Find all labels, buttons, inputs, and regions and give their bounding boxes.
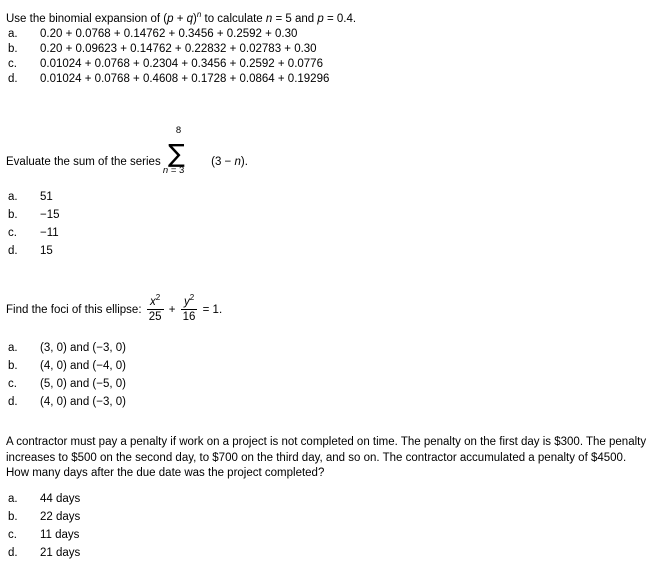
option-d-text: 0.01024 + 0.0768 + 0.4608 + 0.1728 + 0.0… xyxy=(40,73,330,85)
option-b-text: (4, 0) and (−4, 0) xyxy=(40,360,126,372)
option-c-letter: c. xyxy=(8,529,17,541)
fraction-y-squared-over-16: y2 16 xyxy=(180,293,198,324)
option-c[interactable]: c. −11 xyxy=(0,226,659,241)
q2-expr-open: (3 − xyxy=(211,156,235,168)
question-1: Use the binomial expansion of (p + q)n t… xyxy=(0,11,659,87)
q3-operator: + xyxy=(168,304,176,316)
q1-n-value: = 5 and xyxy=(272,13,318,25)
question-2-options: a. 51 b. −15 c. −11 d. 15 xyxy=(0,190,659,259)
fraction-denominator: 16 xyxy=(182,311,196,323)
option-a[interactable]: a. 44 days xyxy=(0,492,659,507)
question-3: Find the foci of this ellipse: x2 25 + y… xyxy=(0,293,659,408)
option-b-text: −15 xyxy=(40,209,60,221)
option-b-text: 0.20 + 0.09623 + 0.14762 + 0.22832 + 0.0… xyxy=(40,43,317,55)
option-a-text: 51 xyxy=(40,191,53,203)
q1-plus: + xyxy=(173,13,187,25)
option-b-text: 22 days xyxy=(40,511,81,523)
option-c-letter: c. xyxy=(8,378,17,390)
option-d[interactable]: d. 0.01024 + 0.0768 + 0.4608 + 0.1728 + … xyxy=(0,72,659,87)
option-c-text: (5, 0) and (−5, 0) xyxy=(40,378,126,390)
option-b[interactable]: b. (4, 0) and (−4, 0) xyxy=(0,359,659,374)
option-b-letter: b. xyxy=(8,43,18,55)
option-a[interactable]: a. 51 xyxy=(0,190,659,205)
fraction-numerator: x2 xyxy=(147,293,164,308)
q3-frac2-exp: 2 xyxy=(189,293,195,303)
option-d-text: 15 xyxy=(40,245,53,257)
option-c-letter: c. xyxy=(8,227,17,239)
option-d-text: (4, 0) and (−3, 0) xyxy=(40,396,126,408)
option-c[interactable]: c. 11 days xyxy=(0,528,659,543)
q1-stem-before: Use the binomial expansion of ( xyxy=(6,13,168,25)
summation-upper-limit: 8 xyxy=(175,125,182,136)
option-a-letter: a. xyxy=(8,191,18,203)
summation-lower-limit: n = 3 xyxy=(163,166,184,176)
q2-expr-close: ). xyxy=(240,156,248,168)
option-d[interactable]: d. 21 days xyxy=(0,546,659,561)
question-3-stem: Find the foci of this ellipse: x2 25 + y… xyxy=(6,293,659,324)
option-a-letter: a. xyxy=(8,493,18,505)
question-4-stem: A contractor must pay a penalty if work … xyxy=(6,436,647,479)
option-a[interactable]: a. (3, 0) and (−3, 0) xyxy=(0,341,659,356)
question-2-stem: Evaluate the sum of the series 8 ∑ n = 3… xyxy=(6,126,659,176)
option-a-text: (3, 0) and (−3, 0) xyxy=(40,342,126,354)
option-b-letter: b. xyxy=(8,511,18,523)
quiz-page: Use the binomial expansion of (p + q)n t… xyxy=(0,0,659,583)
option-b[interactable]: b. −15 xyxy=(0,208,659,223)
option-d-letter: d. xyxy=(8,245,18,257)
q2-lead: Evaluate the sum of the series xyxy=(6,156,161,168)
option-d-text: 21 days xyxy=(40,547,81,559)
question-1-stem: Use the binomial expansion of (p + q)n t… xyxy=(6,11,659,27)
option-a-letter: a. xyxy=(8,342,18,354)
summation-index-value: = 3 xyxy=(168,165,185,176)
option-d-letter: d. xyxy=(8,396,18,408)
fraction-denominator: 25 xyxy=(148,311,162,323)
option-b[interactable]: b. 0.20 + 0.09623 + 0.14762 + 0.22832 + … xyxy=(0,42,659,57)
option-d[interactable]: d. 15 xyxy=(0,244,659,259)
option-c-text: 0.01024 + 0.0768 + 0.2304 + 0.3456 + 0.2… xyxy=(40,58,323,70)
option-c[interactable]: c. 0.01024 + 0.0768 + 0.2304 + 0.3456 + … xyxy=(0,57,659,72)
option-d-letter: d. xyxy=(8,547,18,559)
q1-stem-after: to calculate xyxy=(201,13,266,25)
option-d-letter: d. xyxy=(8,73,18,85)
option-a-text: 44 days xyxy=(40,493,81,505)
option-b[interactable]: b. 22 days xyxy=(0,510,659,525)
sigma-icon: ∑ xyxy=(167,139,185,168)
question-2: Evaluate the sum of the series 8 ∑ n = 3… xyxy=(0,126,659,258)
option-b-letter: b. xyxy=(8,360,18,372)
option-c-text: −11 xyxy=(40,227,59,239)
option-c-text: 11 days xyxy=(40,529,80,541)
summation-expression: (3 − n). xyxy=(211,155,248,170)
option-c[interactable]: c. (5, 0) and (−5, 0) xyxy=(0,377,659,392)
option-c-letter: c. xyxy=(8,58,17,70)
question-4: A contractor must pay a penalty if work … xyxy=(0,435,659,559)
question-1-options: a. 0.20 + 0.0768 + 0.14762 + 0.3456 + 0.… xyxy=(0,27,659,87)
option-a-text: 0.20 + 0.0768 + 0.14762 + 0.3456 + 0.259… xyxy=(40,28,298,40)
option-d[interactable]: d. (4, 0) and (−3, 0) xyxy=(0,395,659,410)
question-4-options: a. 44 days b. 22 days c. 11 days d. 21 d… xyxy=(0,492,659,561)
option-a-letter: a. xyxy=(8,28,18,40)
question-3-options: a. (3, 0) and (−3, 0) b. (4, 0) and (−4,… xyxy=(0,341,659,410)
fraction-numerator: y2 xyxy=(181,293,198,308)
summation-operator: 8 ∑ n = 3 xyxy=(163,126,198,176)
q3-tail: = 1. xyxy=(202,304,223,316)
q1-p-value: = 0.4. xyxy=(323,13,357,25)
q3-lead: Find the foci of this ellipse: xyxy=(6,304,142,316)
option-a[interactable]: a. 0.20 + 0.0768 + 0.14762 + 0.3456 + 0.… xyxy=(0,27,659,42)
q3-frac1-exp: 2 xyxy=(155,293,161,303)
option-b-letter: b. xyxy=(8,209,18,221)
fraction-x-squared-over-25: x2 25 xyxy=(146,293,164,324)
